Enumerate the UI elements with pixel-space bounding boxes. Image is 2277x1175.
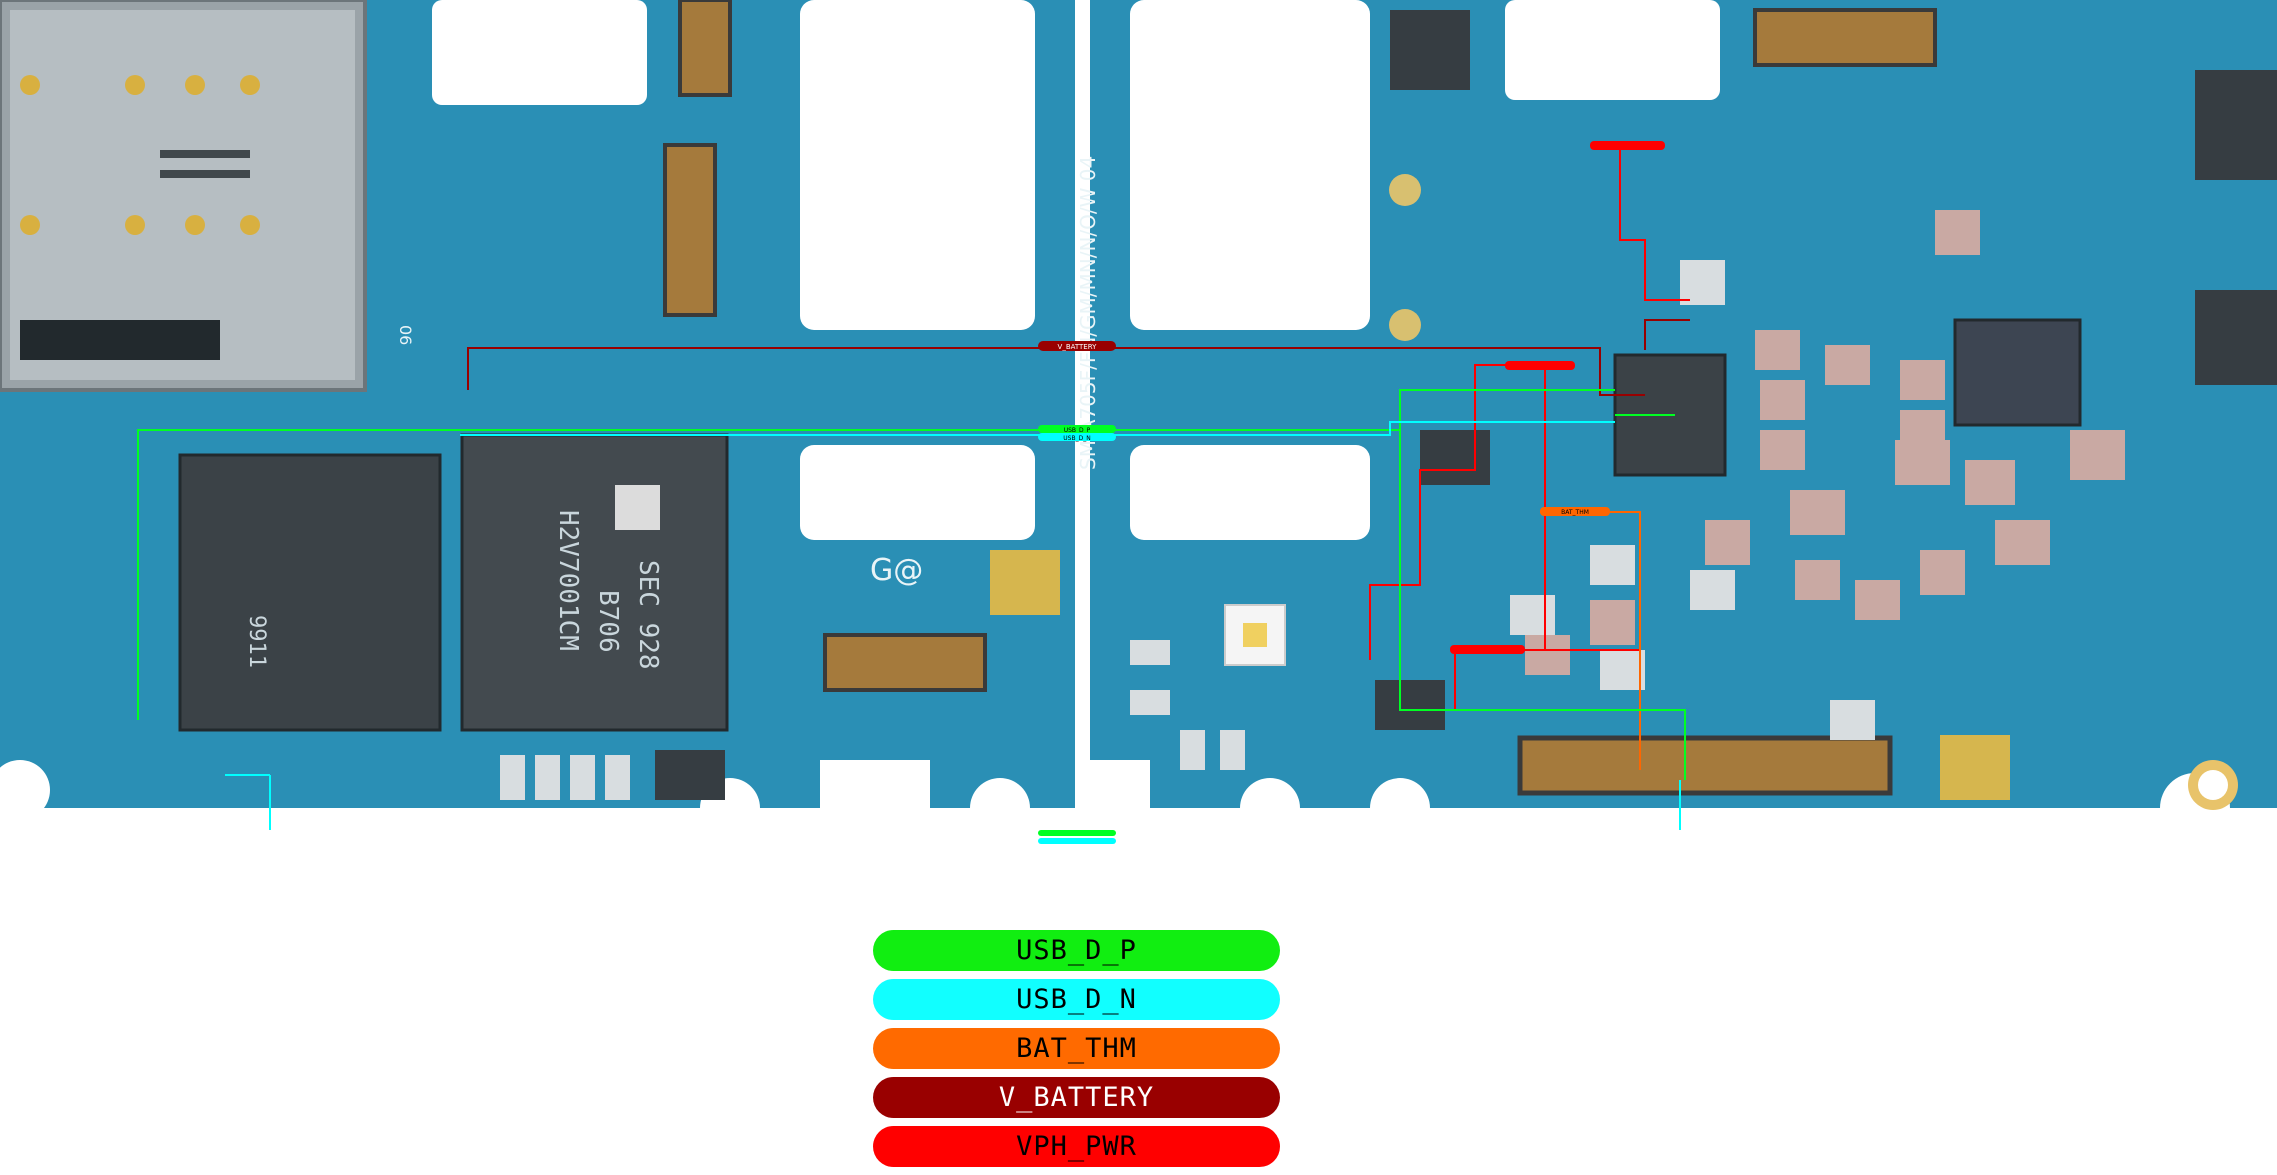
qr-code-label xyxy=(990,550,1060,615)
fpc-connector xyxy=(823,633,987,692)
svg-text:BAT_THM: BAT_THM xyxy=(1561,509,1589,516)
trace-label-vph-pwr xyxy=(1505,361,1575,370)
legend-vph-pwr: VPH_PWR xyxy=(873,1126,1280,1167)
board-cutout xyxy=(1130,0,1370,330)
trace-label-usb-d-p: USB_D_P xyxy=(1038,425,1116,434)
ic-chip xyxy=(655,750,725,800)
trace-label-bat-thm: BAT_THM xyxy=(1540,507,1610,516)
sim-card-tray xyxy=(0,0,367,392)
usb-d-p-tag xyxy=(1038,830,1116,836)
test-pad xyxy=(1389,174,1421,206)
trace-label-vph-pwr xyxy=(1590,141,1665,150)
legend-bat-thm: BAT_THM xyxy=(873,1028,1280,1069)
main-fpc-connector xyxy=(1517,735,1893,796)
qr-code-label xyxy=(1940,735,2010,800)
logo-silkscreen: G@ xyxy=(870,553,923,588)
svg-text:9911: 9911 xyxy=(244,615,269,668)
fpc-connector xyxy=(678,0,732,97)
fpc-connector xyxy=(1753,8,1937,67)
ic-chip xyxy=(2195,290,2277,385)
ic-chip xyxy=(2195,70,2277,180)
svg-text:V_BATTERY: V_BATTERY xyxy=(1058,343,1098,351)
mounting-hole-inner xyxy=(2198,770,2228,800)
ic-chip xyxy=(1420,430,1490,485)
trace-label-usb-d-n: USB_D_N xyxy=(1038,433,1116,442)
flash-led-core xyxy=(1243,623,1267,647)
board-cutout xyxy=(800,445,1035,540)
power-chip xyxy=(1953,318,2082,427)
svg-text:B706: B706 xyxy=(593,590,623,653)
trace-label-vph-pwr xyxy=(1450,645,1525,654)
model-silkscreen: SM-A705F/FN/GM/MN/N/O/W 04 xyxy=(1076,156,1100,470)
svg-text:H2V7001CM: H2V7001CM xyxy=(553,510,583,651)
trace-label-v-battery: V_BATTERY xyxy=(1038,341,1116,351)
legend-usb-d-n: USB_D_N xyxy=(873,979,1280,1020)
board-cutout xyxy=(800,0,1035,330)
legend-v-battery: V_BATTERY xyxy=(873,1077,1280,1118)
signal-legend: USB_D_P USB_D_N BAT_THM V_BATTERY VPH_PW… xyxy=(873,930,1280,1175)
ic-chip xyxy=(1375,680,1445,730)
memory-chip: SEC 928 B706 H2V7001CM xyxy=(460,433,729,732)
svg-text:USB_D_P: USB_D_P xyxy=(1064,427,1091,434)
usb-d-n-tag xyxy=(1038,838,1116,844)
ic-chip xyxy=(1390,10,1470,90)
svg-text:SEC 928: SEC 928 xyxy=(633,560,663,670)
board-cutout xyxy=(1505,0,1720,100)
application-processor: 9911 xyxy=(178,453,442,732)
board-cutout xyxy=(1130,445,1370,540)
test-pad xyxy=(1389,309,1421,341)
bottom-trace-labels xyxy=(1038,830,1116,844)
board-cutout xyxy=(432,0,647,105)
pcb-board-diagram: 9911 SEC 928 B706 H2V7001CM SM-A705F/FN/… xyxy=(0,0,2277,830)
rev-silkscreen: 06 xyxy=(396,325,415,345)
svg-text:USB_D_N: USB_D_N xyxy=(1063,435,1090,442)
legend-usb-d-p: USB_D_P xyxy=(873,930,1280,971)
fpc-connector xyxy=(663,143,717,317)
